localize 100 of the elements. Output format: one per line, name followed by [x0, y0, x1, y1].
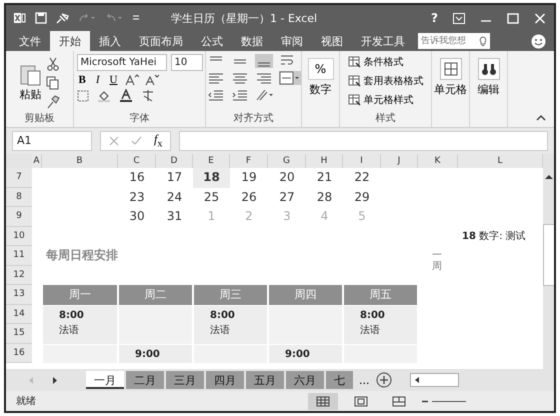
next-sheet-icon[interactable]	[52, 376, 58, 384]
name-box[interactable]: A1	[12, 131, 92, 151]
column-header[interactable]: A	[32, 154, 42, 168]
align-icon[interactable]	[230, 71, 248, 85]
ribbon-tab[interactable]: 审阅	[272, 31, 312, 51]
insert-function-button[interactable]: f$_{x}$	[154, 132, 162, 150]
row-header[interactable]: 11	[6, 246, 32, 266]
cells-button[interactable]: 单元格	[434, 82, 467, 97]
calendar-day: 4	[306, 207, 343, 226]
column-header[interactable]: H	[306, 154, 343, 168]
close-icon[interactable]	[534, 12, 546, 24]
scissors-icon[interactable]	[46, 56, 60, 70]
calendar-day: 1	[193, 207, 230, 226]
font-size-field[interactable]: 10	[170, 54, 202, 71]
editing-button[interactable]: 编辑	[478, 82, 500, 97]
column-header[interactable]: L	[458, 154, 543, 168]
percent-button[interactable]: %	[308, 58, 334, 80]
add-sheet-icon[interactable]	[376, 372, 392, 388]
page-break-icon	[392, 396, 406, 406]
merge-cells-icon[interactable]	[278, 71, 300, 85]
save-icon[interactable]	[35, 12, 47, 24]
row-header[interactable]: 8	[6, 188, 32, 207]
paste-button[interactable]: 粘贴	[20, 63, 42, 102]
styles-menu-button[interactable]: 条件格式	[348, 54, 424, 70]
vertical-scrollbar[interactable]	[543, 154, 554, 369]
scroll-thumb[interactable]	[543, 224, 554, 286]
ribbon-tab[interactable]: 开始	[50, 31, 90, 51]
calendar-day: 5	[343, 207, 381, 226]
bold-button[interactable]: B	[76, 74, 88, 86]
font-color-icon[interactable]	[118, 89, 134, 102]
collapse-ribbon-icon[interactable]	[536, 115, 546, 121]
column-header[interactable]: I	[343, 154, 381, 168]
scroll-up-icon[interactable]	[544, 174, 554, 180]
align-icon[interactable]	[206, 71, 224, 85]
row-header[interactable]: 7	[6, 168, 32, 188]
number-format-button[interactable]: 数字	[310, 82, 332, 97]
ribbon-tab[interactable]: 开发工具	[352, 31, 414, 51]
shrink-font-icon[interactable]	[145, 74, 160, 86]
sheet-tab[interactable]: 三月	[166, 371, 204, 389]
view-button[interactable]	[308, 392, 338, 410]
orientation-icon[interactable]	[254, 88, 274, 102]
phonetic-icon[interactable]	[140, 89, 154, 102]
column-header[interactable]: G	[268, 154, 306, 168]
binoculars-icon[interactable]	[478, 58, 500, 80]
row-header[interactable]: 12	[6, 266, 32, 285]
format-painter-icon[interactable]	[46, 94, 60, 108]
more-sheets-button[interactable]: ...	[357, 374, 372, 386]
zoom-out-icon[interactable]	[422, 400, 428, 402]
decrease-indent-icon[interactable]	[206, 88, 224, 102]
entry-time: 9:00	[135, 348, 161, 360]
help-button[interactable]: ?	[431, 11, 438, 25]
brush-icon[interactable]	[56, 12, 69, 24]
column-header[interactable]: F	[230, 154, 268, 168]
border-icon[interactable]	[76, 90, 90, 102]
calendar-day: 27	[268, 188, 306, 207]
font-name-field[interactable]: Microsoft YaHei	[76, 54, 166, 71]
side-label: 一周	[432, 249, 442, 274]
grow-font-icon[interactable]	[125, 74, 140, 86]
scroll-left-icon[interactable]	[414, 376, 420, 384]
styles-menu-button[interactable]: 套用表格格式	[348, 73, 424, 89]
sheet-tab[interactable]: 一月	[86, 371, 124, 389]
sheet-tab[interactable]: 四月	[206, 371, 244, 389]
styles-menu-button[interactable]: 单元格样式	[348, 92, 424, 108]
ribbon-tab[interactable]: 公式	[192, 31, 232, 51]
fill-color-icon[interactable]	[96, 90, 112, 102]
column-header[interactable]: C	[118, 154, 156, 168]
align-icon[interactable]	[254, 71, 272, 85]
sheet-tab[interactable]: 七	[326, 371, 353, 389]
sheet-tab[interactable]: 六月	[286, 371, 324, 389]
ribbon-tab[interactable]: 文件	[10, 31, 50, 51]
row-header[interactable]: 16	[6, 344, 32, 363]
row-header[interactable]: 13	[6, 285, 32, 304]
row-header[interactable]: 10	[6, 226, 32, 246]
sheet-tab[interactable]: 五月	[246, 371, 284, 389]
ribbon-options-icon[interactable]	[453, 12, 465, 24]
column-header[interactable]: B	[42, 154, 118, 168]
table-style-icon	[348, 94, 360, 106]
sheet-tab[interactable]: 二月	[126, 371, 164, 389]
smiley-icon[interactable]	[531, 34, 546, 49]
column-header[interactable]: K	[418, 154, 458, 168]
column-header[interactable]: J	[381, 154, 418, 168]
underline-button[interactable]: U	[108, 74, 120, 86]
row-header[interactable]: 9	[6, 207, 32, 226]
ribbon-tab[interactable]: 插入	[90, 31, 130, 51]
ribbon-tab[interactable]: 页面布局	[130, 31, 192, 51]
column-header[interactable]: D	[156, 154, 193, 168]
ribbon-tab[interactable]: 数据	[232, 31, 272, 51]
row-header[interactable]: 14	[6, 304, 32, 324]
column-header[interactable]: E	[193, 154, 230, 168]
ribbon-tab[interactable]: 视图	[312, 31, 352, 51]
vertical-align-icon[interactable]	[254, 54, 272, 68]
customize-icon[interactable]	[132, 14, 140, 22]
maximize-icon[interactable]	[507, 12, 519, 24]
row-header[interactable]: 15	[6, 324, 32, 344]
horizontal-scrollbar[interactable]	[410, 373, 458, 387]
increase-indent-icon[interactable]	[230, 88, 248, 102]
formula-input[interactable]	[179, 131, 548, 151]
italic-button[interactable]: I	[94, 74, 102, 86]
cells-icon[interactable]	[440, 58, 462, 80]
copy-icon[interactable]	[46, 76, 60, 90]
